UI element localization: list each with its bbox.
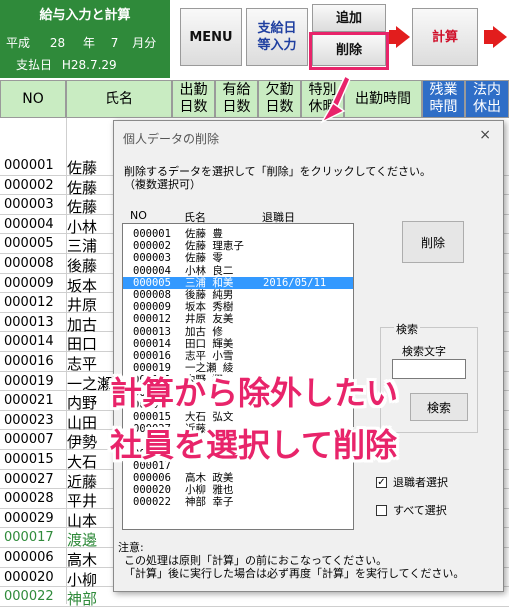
- pointer-arrow-icon: [320, 74, 351, 124]
- callout-line-1: 計算から除外したい: [110, 374, 399, 412]
- callout-line-2: 社員を選択して削除: [110, 426, 398, 464]
